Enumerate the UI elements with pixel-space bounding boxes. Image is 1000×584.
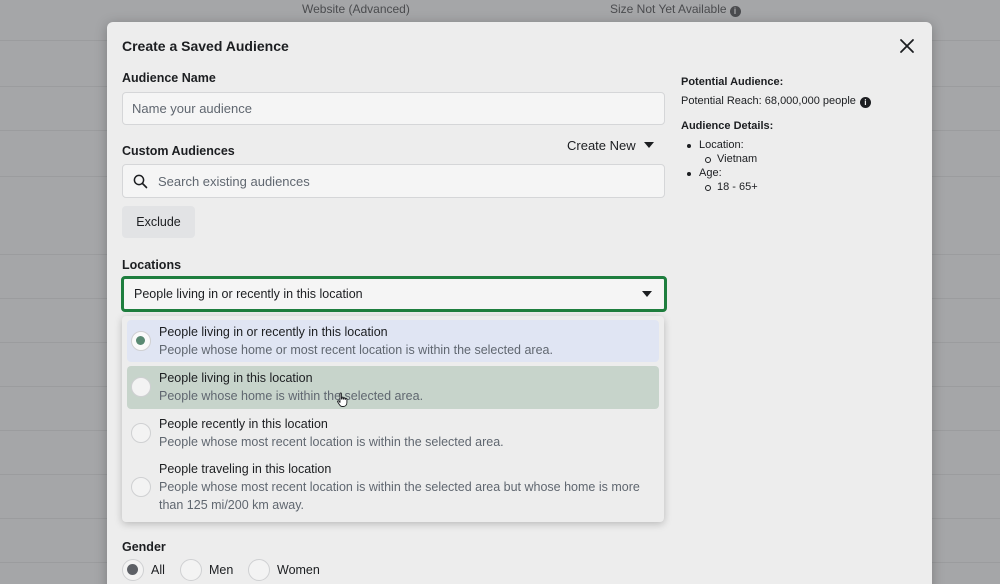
potential-reach-text: Potential Reach: 68,000,000 people bbox=[681, 95, 856, 107]
detail-value-location: Vietnam bbox=[681, 153, 758, 167]
audience-details-list: Location: Vietnam Age: 18 - 65+ bbox=[681, 139, 758, 195]
audience-name-label: Audience Name bbox=[122, 71, 216, 85]
audience-name-input[interactable] bbox=[122, 92, 665, 125]
caret-down-icon bbox=[643, 142, 654, 148]
option-description: People whose home or most recent locatio… bbox=[159, 343, 553, 357]
option-description: People whose most recent location is wit… bbox=[159, 480, 640, 512]
audience-details-heading: Audience Details: bbox=[681, 120, 774, 132]
hand-pointer-icon bbox=[337, 392, 348, 407]
location-option-traveling[interactable]: People traveling in this location People… bbox=[127, 457, 659, 517]
dialog-title: Create a Saved Audience bbox=[122, 38, 289, 54]
exclude-button[interactable]: Exclude bbox=[122, 206, 195, 238]
location-option-living-or-recently[interactable]: People living in or recently in this loc… bbox=[127, 320, 659, 362]
custom-audience-search-input[interactable] bbox=[158, 165, 658, 197]
gender-men-radio[interactable] bbox=[180, 559, 202, 581]
info-icon[interactable]: i bbox=[859, 97, 871, 108]
locations-label: Locations bbox=[122, 258, 182, 272]
option-description: People whose most recent location is wit… bbox=[159, 435, 504, 449]
create-new-dropdown[interactable]: Create New bbox=[567, 138, 654, 153]
create-new-label: Create New bbox=[567, 138, 636, 153]
potential-audience-heading: Potential Audience: bbox=[681, 76, 784, 88]
gender-all-radio[interactable] bbox=[122, 559, 144, 581]
radio-icon bbox=[131, 423, 151, 443]
create-saved-audience-dialog: Create a Saved Audience Audience Name Cu… bbox=[107, 22, 932, 584]
custom-audience-search[interactable] bbox=[122, 164, 665, 198]
gender-women-radio[interactable] bbox=[248, 559, 270, 581]
gender-label: Gender bbox=[122, 540, 166, 554]
info-icon: i bbox=[729, 6, 741, 17]
location-option-living[interactable]: People living in this location People wh… bbox=[127, 366, 659, 409]
option-description: People whose home is within the selected… bbox=[159, 389, 424, 403]
column-header-size: Size Not Yet Available i bbox=[610, 2, 741, 17]
option-title: People living in this location bbox=[159, 371, 313, 385]
location-type-select[interactable]: People living in or recently in this loc… bbox=[121, 276, 667, 312]
custom-audiences-label: Custom Audiences bbox=[122, 144, 235, 158]
gender-men-label: Men bbox=[209, 563, 234, 577]
caret-down-icon bbox=[642, 291, 652, 297]
column-header-website: Website (Advanced) bbox=[302, 2, 410, 16]
location-type-dropdown: People living in or recently in this loc… bbox=[122, 316, 664, 522]
column-size-text: Size Not Yet Available bbox=[610, 2, 727, 16]
radio-selected-icon bbox=[131, 331, 151, 351]
potential-reach: Potential Reach: 68,000,000 people i bbox=[681, 95, 871, 108]
option-title: People recently in this location bbox=[159, 417, 328, 431]
option-title: People traveling in this location bbox=[159, 462, 332, 476]
gender-all-label: All bbox=[151, 563, 165, 577]
search-icon bbox=[133, 174, 148, 189]
location-type-selected-value: People living in or recently in this loc… bbox=[134, 287, 363, 301]
close-icon[interactable] bbox=[898, 37, 916, 55]
detail-item-location: Location: bbox=[681, 139, 758, 153]
detail-value-age: 18 - 65+ bbox=[681, 181, 758, 195]
radio-icon bbox=[131, 377, 151, 397]
radio-icon bbox=[131, 477, 151, 497]
location-option-recently[interactable]: People recently in this location People … bbox=[127, 412, 659, 454]
detail-item-age: Age: bbox=[681, 167, 758, 181]
gender-women-label: Women bbox=[277, 563, 320, 577]
option-title: People living in or recently in this loc… bbox=[159, 325, 388, 339]
